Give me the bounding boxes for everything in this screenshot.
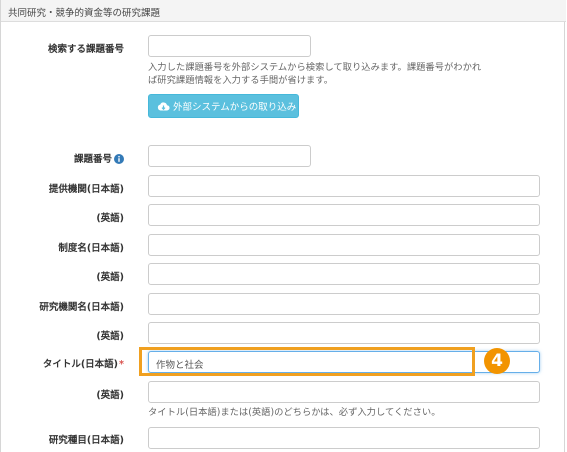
provider-ja-input[interactable]: [148, 175, 540, 197]
title-en-input[interactable]: [148, 381, 540, 403]
institution-ja-input[interactable]: [148, 293, 540, 315]
institution-en-label: (英語): [96, 331, 124, 342]
info-circle-icon[interactable]: [114, 154, 124, 167]
system-ja-label: 制度名(日本語): [58, 243, 124, 254]
panel-header: 共同研究・競争的資金等の研究課題: [1, 0, 566, 22]
import-from-external-button[interactable]: 外部システムからの取り込み: [148, 94, 299, 118]
import-button-label: 外部システムからの取り込み: [173, 102, 297, 113]
title-ja-input[interactable]: 作物と社会: [148, 351, 540, 373]
search-help-line-1: 入力した課題番号を外部システムから検索して取り込みます。課題番号がわかれ: [148, 62, 482, 73]
required-mark: *: [119, 359, 124, 370]
title-en-label: (英語): [96, 390, 124, 401]
system-en-input[interactable]: [148, 263, 540, 285]
system-ja-input[interactable]: [148, 234, 540, 256]
search-task-number-label: 検索する課題番号: [47, 44, 124, 55]
provider-en-label: (英語): [96, 213, 124, 224]
system-en-label: (英語): [96, 272, 124, 283]
title-ja-label-text: タイトル(日本語): [42, 359, 119, 370]
search-task-number-input[interactable]: [148, 35, 311, 57]
institution-ja-label: 研究機関名(日本語): [39, 302, 124, 313]
title-ja-label: タイトル(日本語)*: [43, 356, 124, 370]
cloud-download-icon: [157, 101, 170, 112]
panel-title: 共同研究・競争的資金等の研究課題: [8, 8, 161, 19]
title-help-text: タイトル(日本語)または(英語)のどちらかは、必ず入力してください。: [148, 407, 441, 418]
search-help-text: 入力した課題番号を外部システムから検索して取り込みます。課題番号がわかれ ば研究…: [148, 61, 481, 87]
institution-en-input[interactable]: [148, 322, 540, 344]
search-help-line-2: ば研究課題情報を入力する手間が省けます。: [148, 75, 334, 86]
provider-ja-label: 提供機関(日本語): [48, 184, 124, 195]
provider-en-input[interactable]: [148, 204, 540, 226]
task-number-label: 課題番号: [74, 151, 124, 167]
panel: 共同研究・競争的資金等の研究課題 検索する課題番号 入力した課題番号を外部システ…: [0, 0, 566, 452]
category-ja-label: 研究種目(日本語): [48, 435, 124, 446]
task-number-input[interactable]: [148, 145, 311, 167]
title-ja-value: 作物と社会: [156, 360, 204, 371]
step-number-badge: 4: [484, 348, 510, 374]
task-number-label-text: 課題番号: [73, 154, 112, 165]
category-ja-input[interactable]: [148, 427, 540, 449]
